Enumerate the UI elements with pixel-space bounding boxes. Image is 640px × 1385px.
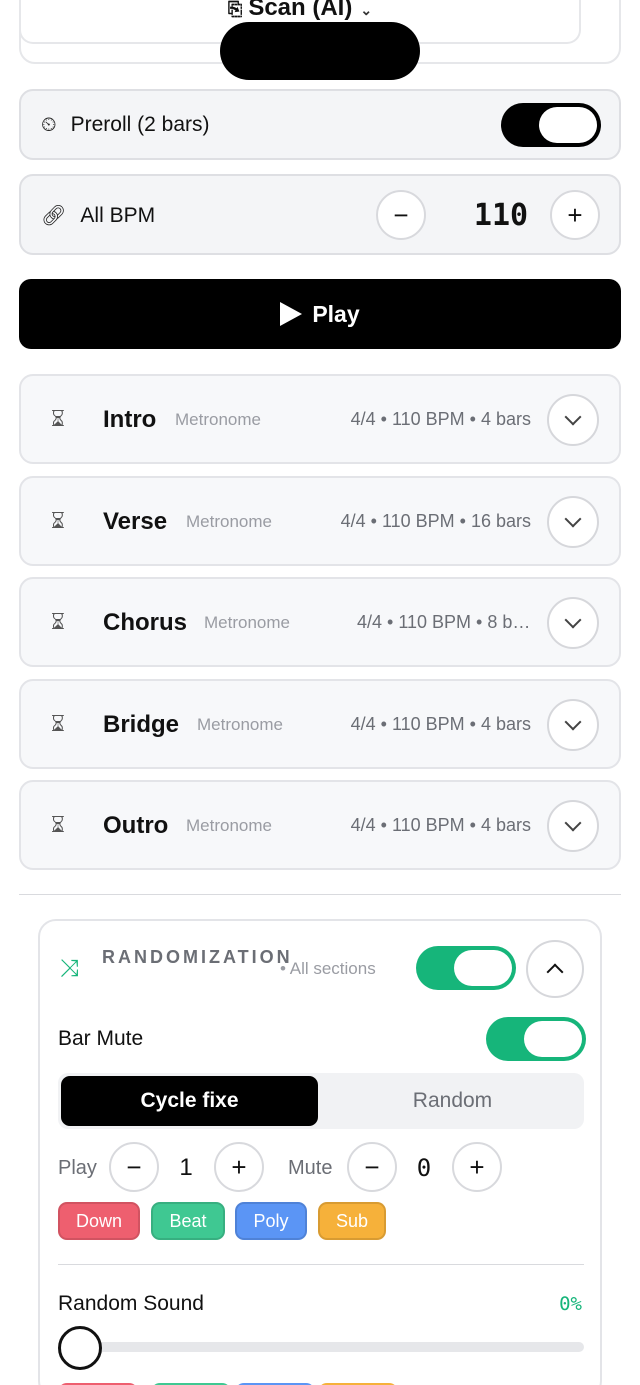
bpm-row: 🔗︎ All BPM − 110 + bbox=[19, 174, 621, 255]
preroll-toggle[interactable] bbox=[501, 103, 601, 147]
random-sound-value: 0% bbox=[559, 1293, 582, 1315]
random-sound-slider-track[interactable] bbox=[78, 1342, 584, 1352]
section-meta: 4/4 • 110 BPM • 4 bars bbox=[350, 409, 531, 429]
play-label: Play bbox=[312, 300, 360, 327]
randomization-card: ⤨ RANDOMIZATION • All sections Bar Mute … bbox=[38, 919, 602, 1385]
bpm-label: All BPM bbox=[80, 203, 156, 227]
section-meta: 4/4 • 110 BPM • 16 bars bbox=[340, 511, 531, 531]
mode-random[interactable]: Random bbox=[324, 1076, 581, 1126]
random-sound-slider-thumb[interactable] bbox=[58, 1326, 102, 1370]
section-kind: Metronome bbox=[175, 410, 261, 429]
camera-pill bbox=[220, 22, 420, 80]
preroll-label: Preroll (2 bars) bbox=[70, 113, 210, 136]
bpm-value: 110 bbox=[473, 198, 529, 233]
chevron-down-icon bbox=[564, 611, 582, 629]
bar-mute-toggle[interactable] bbox=[486, 1017, 586, 1061]
mute-count-decrease-button[interactable]: − bbox=[347, 1142, 397, 1192]
play-count-increase-button[interactable]: + bbox=[214, 1142, 264, 1192]
expand-button[interactable] bbox=[547, 394, 599, 446]
chevron-down-icon bbox=[564, 814, 582, 832]
section-kind: Metronome bbox=[197, 715, 283, 734]
toggle-knob bbox=[524, 1021, 582, 1057]
tag-beat[interactable]: Beat bbox=[151, 1202, 225, 1240]
tag-poly[interactable]: Poly bbox=[235, 1202, 307, 1240]
bar-mute-label: Bar Mute bbox=[58, 1027, 144, 1050]
metronome-icon: ⏳︎ bbox=[51, 508, 65, 533]
collapse-button[interactable] bbox=[526, 940, 584, 998]
section-bridge[interactable]: ⏳︎ Bridge Metronome 4/4 • 110 BPM • 4 ba… bbox=[19, 679, 621, 769]
section-kind: Metronome bbox=[186, 816, 272, 835]
section-name: Bridge bbox=[103, 711, 180, 738]
section-kind: Metronome bbox=[186, 512, 272, 531]
scan-label: Scan (AI) bbox=[248, 0, 353, 21]
metronome-icon: ⏳︎ bbox=[51, 406, 65, 431]
chevron-up-icon bbox=[546, 963, 564, 981]
tag-down[interactable]: Down bbox=[58, 1202, 140, 1240]
expand-button[interactable] bbox=[547, 699, 599, 751]
scan-document-icon: ⎘ bbox=[227, 0, 243, 19]
chevron-down-icon bbox=[564, 408, 582, 426]
mute-count-label: Mute bbox=[288, 1157, 333, 1179]
chevron-down-icon: ⌄ bbox=[360, 2, 373, 18]
section-name: Verse bbox=[103, 508, 168, 535]
section-meta: 4/4 • 110 BPM • 4 bars bbox=[350, 815, 531, 835]
expand-button[interactable] bbox=[547, 496, 599, 548]
metronome-icon: ⏳︎ bbox=[51, 812, 65, 837]
section-name: Outro bbox=[103, 812, 169, 839]
divider bbox=[19, 894, 621, 895]
mode-cycle-fixe[interactable]: Cycle fixe bbox=[61, 1076, 318, 1126]
preroll-row: ⏲ Preroll (2 bars) bbox=[19, 89, 621, 160]
metronome-icon: ⏳︎ bbox=[51, 711, 65, 736]
mute-count-increase-button[interactable]: + bbox=[452, 1142, 502, 1192]
play-button[interactable]: Play bbox=[19, 279, 621, 349]
link-icon: 🔗︎ bbox=[41, 205, 67, 227]
section-verse[interactable]: ⏳︎ Verse Metronome 4/4 • 110 BPM • 16 ba… bbox=[19, 476, 621, 566]
scan-button[interactable]: ⎘ Scan (AI) ⌄ bbox=[21, 0, 579, 22]
section-name: Intro bbox=[103, 406, 157, 433]
toggle-knob bbox=[454, 950, 512, 986]
randomization-scope: • All sections bbox=[280, 959, 376, 978]
section-chorus[interactable]: ⏳︎ Chorus Metronome 4/4 • 110 BPM • 8 ba… bbox=[19, 577, 621, 667]
tag-sub[interactable]: Sub bbox=[318, 1202, 386, 1240]
randomization-title: RANDOMIZATION bbox=[102, 947, 293, 967]
bpm-increase-button[interactable]: + bbox=[550, 190, 600, 240]
play-icon bbox=[280, 302, 303, 326]
play-count-label: Play bbox=[58, 1157, 97, 1179]
section-intro[interactable]: ⏳︎ Intro Metronome 4/4 • 110 BPM • 4 bar… bbox=[19, 374, 621, 464]
section-name: Chorus bbox=[103, 609, 187, 636]
toggle-knob bbox=[539, 107, 597, 143]
timer-icon: ⏲ bbox=[41, 113, 57, 136]
play-count-decrease-button[interactable]: − bbox=[109, 1142, 159, 1192]
divider bbox=[58, 1264, 584, 1265]
section-outro[interactable]: ⏳︎ Outro Metronome 4/4 • 110 BPM • 4 bar… bbox=[19, 780, 621, 870]
bpm-decrease-button[interactable]: − bbox=[376, 190, 426, 240]
mute-count-value: 0 bbox=[416, 1154, 432, 1182]
randomization-toggle[interactable] bbox=[416, 946, 516, 990]
random-sound-label: Random Sound bbox=[58, 1292, 204, 1315]
chevron-down-icon bbox=[564, 713, 582, 731]
expand-button[interactable] bbox=[547, 597, 599, 649]
chevron-down-icon bbox=[564, 510, 582, 528]
metronome-icon: ⏳︎ bbox=[51, 609, 65, 634]
play-count-value: 1 bbox=[179, 1154, 193, 1181]
mode-segmented-control: Cycle fixe Random bbox=[58, 1073, 584, 1129]
section-meta: 4/4 • 110 BPM • 4 bars bbox=[350, 714, 531, 734]
expand-button[interactable] bbox=[547, 800, 599, 852]
section-meta: 4/4 • 110 BPM • 8 bars bbox=[357, 612, 531, 632]
shuffle-icon: ⤨ bbox=[60, 955, 80, 982]
section-kind: Metronome bbox=[204, 613, 290, 632]
